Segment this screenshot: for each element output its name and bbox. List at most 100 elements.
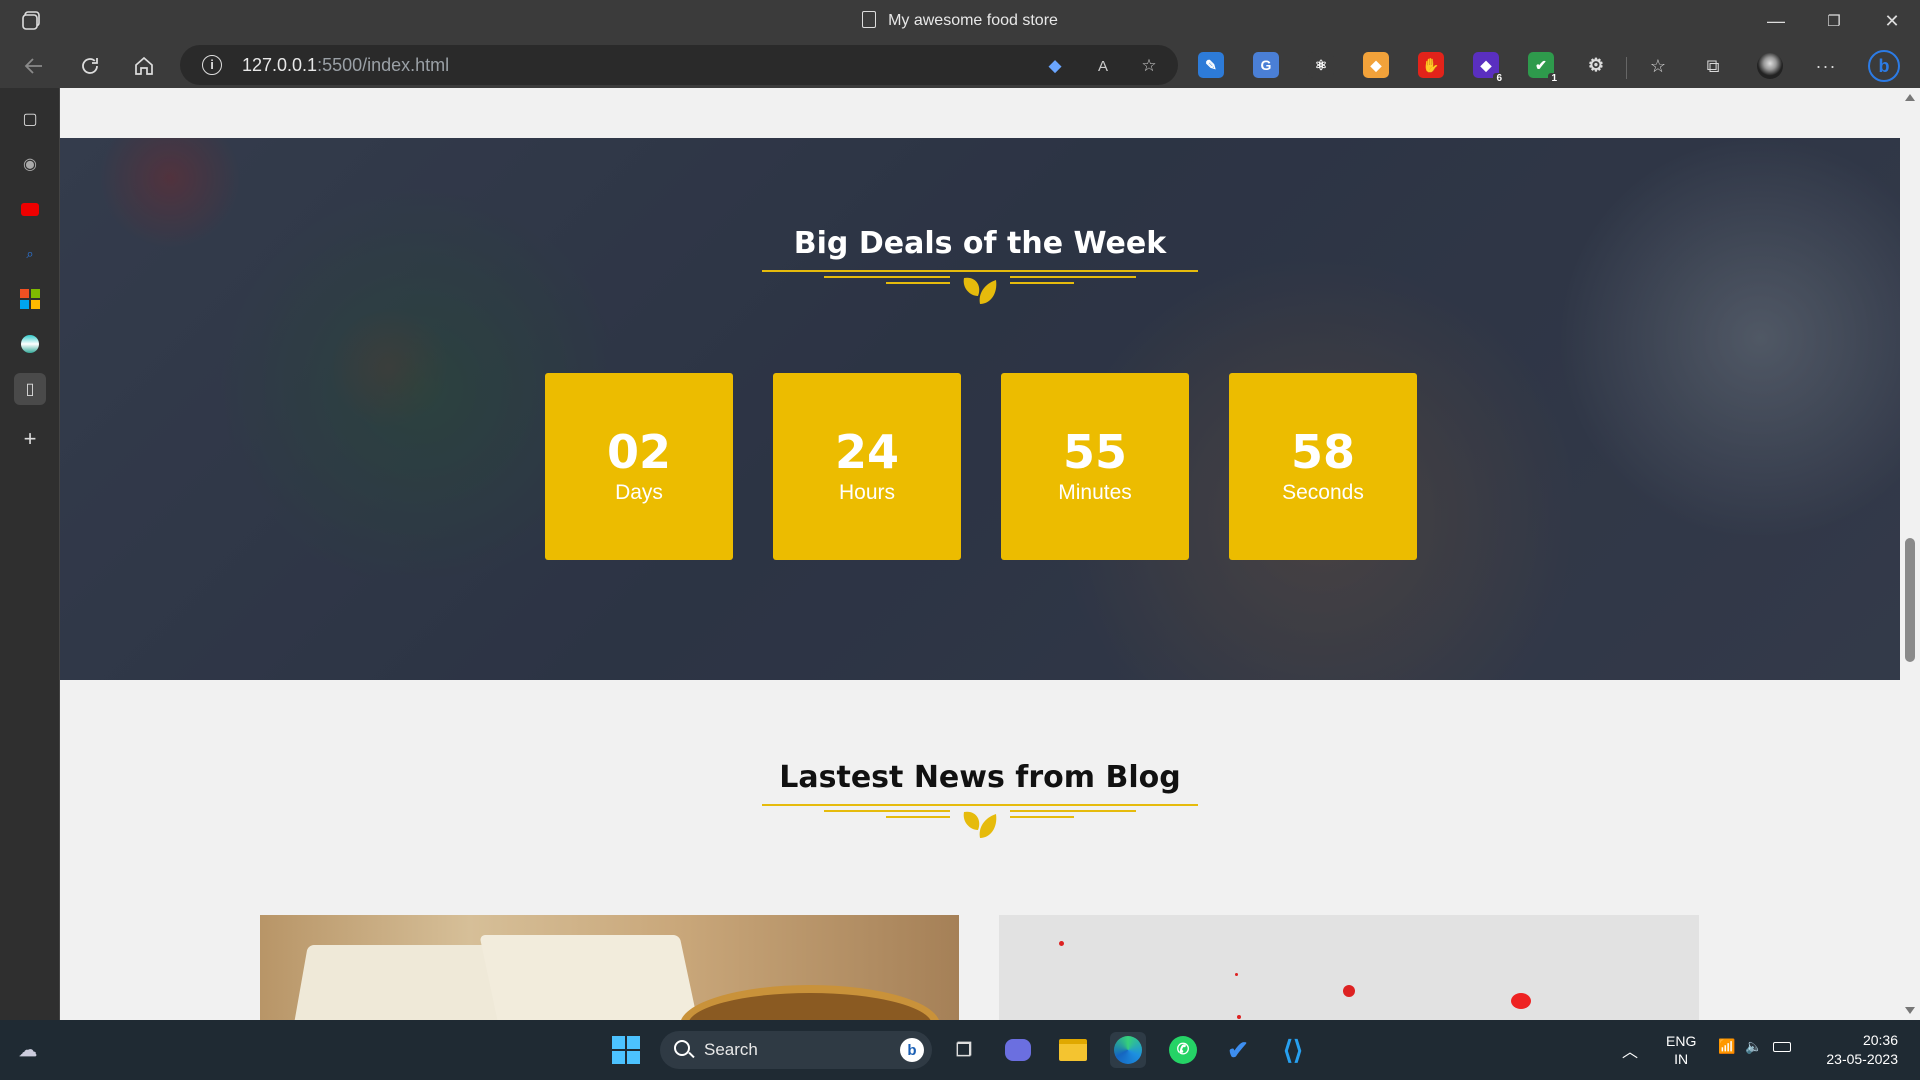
countdown-label: Seconds bbox=[1282, 480, 1364, 504]
back-button[interactable] bbox=[16, 48, 52, 84]
plus-icon: + bbox=[23, 426, 37, 451]
toolbar-separator bbox=[1626, 57, 1627, 79]
youtube-icon bbox=[21, 202, 39, 216]
current-page-button[interactable]: ▯ bbox=[14, 373, 46, 405]
todo-button[interactable]: ✔ bbox=[1220, 1032, 1256, 1068]
favorites-icon: ☆ bbox=[1649, 55, 1667, 76]
drop-button[interactable] bbox=[14, 328, 46, 360]
deals-section: Big Deals of the Week 02 Days 24 Hours 55 Min… bbox=[60, 138, 1900, 680]
countdown-days-box: 02 Days bbox=[545, 373, 733, 560]
deals-title: Big Deals of the Week bbox=[793, 226, 1167, 261]
page-scrollbar[interactable] bbox=[1900, 88, 1920, 1020]
minimize-button[interactable]: — bbox=[1748, 0, 1804, 42]
page-viewport: Big Deals of the Week 02 Days 24 Hours 55 Min… bbox=[60, 88, 1900, 1020]
url-text[interactable]: 127.0.0.1:5500/index.html bbox=[242, 55, 449, 76]
extension-badge: 1 bbox=[1548, 73, 1560, 84]
react-devtools-icon[interactable]: ⚛ bbox=[1308, 52, 1334, 78]
red-hand-extension-icon[interactable]: ✋ bbox=[1418, 52, 1444, 78]
restore-button[interactable]: ❐ bbox=[1806, 0, 1862, 42]
checkmark-icon: ✔ bbox=[1227, 1034, 1249, 1065]
purple-extension-icon[interactable]: ◆ 6 bbox=[1473, 52, 1505, 84]
github-icon: ◉ bbox=[23, 156, 37, 173]
clock-date: 23-05-2023 bbox=[1826, 1051, 1898, 1067]
tab-actions-button[interactable]: ▢ bbox=[14, 103, 46, 135]
countdown-value: 55 bbox=[1062, 424, 1127, 479]
close-button[interactable]: ✕ bbox=[1864, 0, 1920, 42]
vscode-icon: ⟨⟩ bbox=[1282, 1034, 1304, 1065]
edge-button[interactable] bbox=[1110, 1032, 1146, 1068]
volume-icon: 🔈 bbox=[1745, 1038, 1763, 1054]
leaf-icon bbox=[963, 277, 997, 304]
search-sidebar-button[interactable]: ⌕ bbox=[14, 238, 46, 270]
document-icon bbox=[862, 11, 877, 28]
windows-icon bbox=[612, 1036, 640, 1064]
countdown-value: 58 bbox=[1290, 424, 1355, 479]
translate-extension-icon[interactable]: G bbox=[1253, 52, 1279, 78]
leaf-icon bbox=[963, 811, 997, 838]
windows-taskbar: ☁ Search b ❐ ✆ ✔ ⟨⟩ ︿ ENG IN 📶 🔈 20:36 2… bbox=[0, 1020, 1920, 1080]
show-hidden-icons-button[interactable]: ︿ bbox=[1622, 1038, 1638, 1062]
extensions-puzzle-icon[interactable]: ⚙ bbox=[1583, 52, 1609, 78]
scrollbar-thumb[interactable] bbox=[1905, 538, 1915, 662]
home-icon bbox=[135, 56, 153, 75]
countdown-value: 24 bbox=[834, 424, 899, 479]
file-explorer-button[interactable] bbox=[1055, 1032, 1091, 1068]
window-title: My awesome food store bbox=[0, 11, 1920, 30]
favorites-button[interactable]: ☆ bbox=[1640, 48, 1676, 84]
orange-extension-icon[interactable]: ◆ bbox=[1363, 52, 1389, 78]
shield-extension-icon[interactable]: ✔ 1 bbox=[1528, 52, 1560, 84]
search-label: Search bbox=[704, 1040, 758, 1059]
youtube-button[interactable] bbox=[14, 193, 46, 225]
chevron-up-icon: ︿ bbox=[1622, 1044, 1639, 1061]
refresh-button[interactable] bbox=[72, 48, 108, 84]
copilot-button[interactable]: b bbox=[1866, 48, 1902, 84]
office-icon bbox=[20, 289, 40, 309]
start-button[interactable] bbox=[608, 1032, 644, 1068]
whatsapp-button[interactable]: ✆ bbox=[1165, 1032, 1201, 1068]
scroll-up-icon[interactable] bbox=[1905, 94, 1915, 101]
add-sidebar-app-button[interactable]: + bbox=[14, 423, 46, 455]
more-options-button[interactable]: ··· bbox=[1808, 48, 1844, 84]
refresh-icon bbox=[82, 58, 98, 74]
countdown-label: Minutes bbox=[1058, 480, 1132, 504]
address-bar[interactable]: i 127.0.0.1:5500/index.html ◆ A ☆ bbox=[180, 45, 1178, 85]
blog-card-image[interactable] bbox=[260, 915, 959, 1020]
clock[interactable]: 20:36 23-05-2023 bbox=[1818, 1031, 1898, 1069]
network-volume-battery[interactable]: 📶 🔈 bbox=[1718, 1038, 1791, 1055]
taskbar-search[interactable]: Search b bbox=[660, 1031, 932, 1069]
browser-toolbar: i 127.0.0.1:5500/index.html ◆ A ☆ ✎ G ⚛ ◆ ✋ ◆… bbox=[0, 42, 1920, 88]
add-favorite-icon[interactable]: ☆ bbox=[1136, 53, 1162, 79]
bing-icon: b bbox=[900, 1038, 924, 1062]
language-indicator[interactable]: ENG IN bbox=[1666, 1032, 1696, 1068]
countdown-timer: 02 Days 24 Hours 55 Minutes 58 Seconds bbox=[545, 373, 1417, 560]
extension-badge: 6 bbox=[1493, 73, 1505, 84]
clock-time: 20:36 bbox=[1862, 1032, 1898, 1048]
countdown-label: Days bbox=[615, 480, 663, 504]
deals-divider bbox=[762, 270, 1198, 310]
task-view-button[interactable]: ❐ bbox=[946, 1032, 982, 1068]
github-button[interactable]: ◉ bbox=[14, 148, 46, 180]
site-info-icon[interactable]: i bbox=[202, 55, 222, 75]
browser-sidebar: ▢ ◉ ⌕ ▯ + bbox=[0, 88, 60, 1020]
office-button[interactable] bbox=[14, 283, 46, 315]
window-title-text: My awesome food store bbox=[888, 12, 1058, 29]
read-aloud-icon[interactable]: A bbox=[1090, 53, 1116, 79]
weather-widget[interactable]: ☁ bbox=[10, 1032, 46, 1068]
profile-button[interactable] bbox=[1752, 48, 1788, 84]
collections-button[interactable]: ⧉ bbox=[1695, 48, 1731, 84]
coupon-tag-icon[interactable]: ◆ bbox=[1042, 53, 1068, 79]
scroll-down-icon[interactable] bbox=[1905, 1007, 1915, 1014]
avatar bbox=[1757, 53, 1783, 79]
more-dots-icon: ··· bbox=[1815, 55, 1837, 76]
chat-icon bbox=[1005, 1039, 1031, 1061]
teams-chat-button[interactable] bbox=[1000, 1032, 1036, 1068]
drop-icon bbox=[21, 335, 39, 353]
blog-card-image[interactable] bbox=[999, 915, 1699, 1020]
task-view-icon: ❐ bbox=[955, 1039, 973, 1060]
edge-icon bbox=[1114, 1036, 1142, 1064]
whatsapp-icon: ✆ bbox=[1169, 1036, 1197, 1064]
home-button[interactable] bbox=[126, 48, 162, 84]
countdown-value: 02 bbox=[606, 424, 671, 479]
pen-extension-icon[interactable]: ✎ bbox=[1198, 52, 1224, 78]
vscode-button[interactable]: ⟨⟩ bbox=[1275, 1032, 1311, 1068]
